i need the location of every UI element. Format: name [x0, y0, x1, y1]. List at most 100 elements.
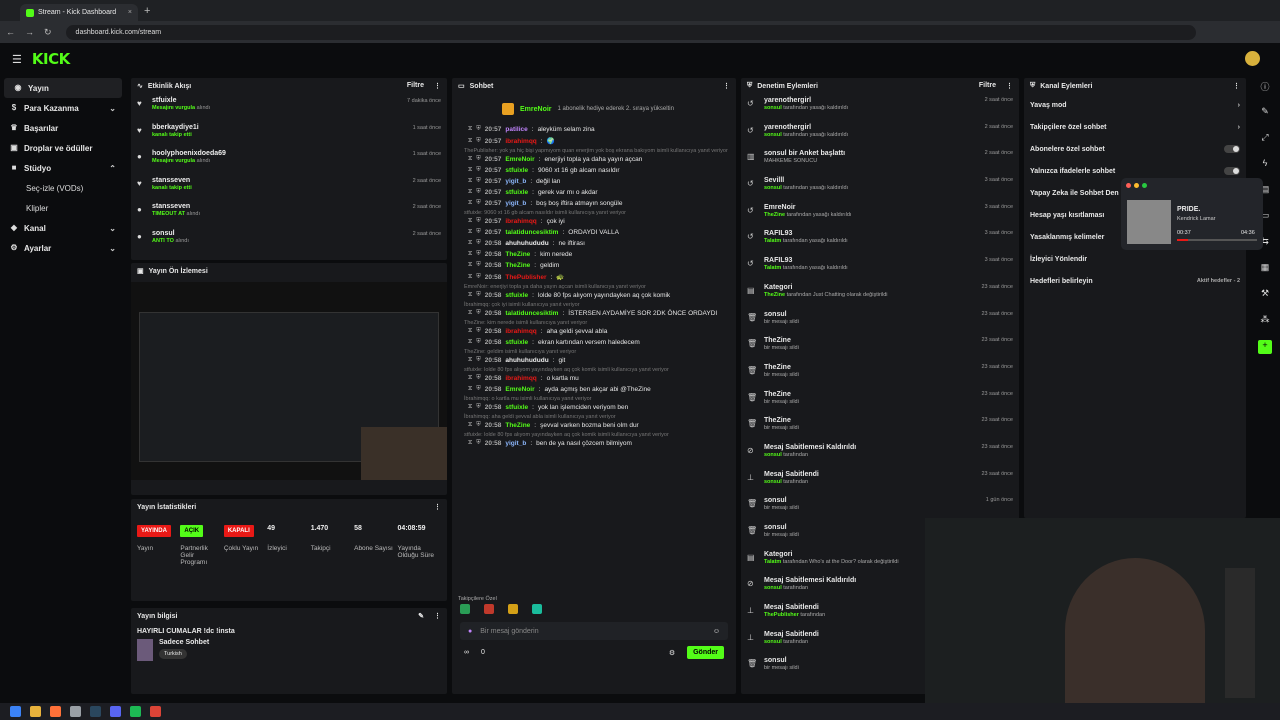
spotify-icon[interactable]	[130, 706, 141, 717]
emote-bar[interactable]	[460, 604, 728, 618]
start-icon[interactable]	[10, 706, 21, 717]
moderation-item[interactable]: 🗑 sonsul bir mesajı sildi 1 gün önce	[741, 494, 1019, 521]
channel-action-item[interactable]: Takipçilere özel sohbet ›	[1024, 116, 1246, 138]
timeout-icon[interactable]: ⧖	[468, 404, 472, 411]
emote-icon[interactable]	[532, 604, 542, 614]
filter-button[interactable]: Filtre	[979, 82, 996, 90]
shield-icon[interactable]: ⛨	[476, 156, 481, 163]
chat-username[interactable]: patilice	[505, 126, 527, 133]
chat-username[interactable]: stfuixle	[505, 189, 528, 196]
moderation-item[interactable]: ⊘ Mesaj Sabitlemesi Kaldırıldı sonsul tara…	[741, 441, 1019, 468]
activity-item[interactable]: ♥ bberkaydiye1i kanalı takip etti 1 saat ö…	[131, 121, 447, 148]
shield-icon[interactable]: ⛨	[476, 240, 481, 247]
chat-username[interactable]: EmreNoir	[505, 386, 534, 393]
activity-item[interactable]: ● stansseven TIMEOUT AT alındı 2 saat önce	[131, 200, 447, 227]
grid-icon[interactable]: ▦	[1258, 262, 1272, 276]
chat-input[interactable]: ● Bir mesaj gönderin ☺	[460, 622, 728, 640]
chat-username[interactable]: ahuhuhududu	[505, 357, 548, 364]
channel-action-item[interactable]: Hedefleri belirleyin Aktif hedefler - 2	[1024, 270, 1246, 292]
more-icon[interactable]: ⋮	[434, 612, 441, 620]
sidebar-item-yayin[interactable]: ◉ Yayın	[4, 78, 122, 98]
activity-item[interactable]: ● sonsul ANTI TO alındı 2 saat önce	[131, 227, 447, 254]
chat-username[interactable]: stfuixle	[505, 292, 528, 299]
bolt-icon[interactable]: ϟ	[1258, 158, 1272, 172]
moderation-item[interactable]: ▥ sonsul bir Anket başlattı MAHKEME SONUC…	[741, 147, 1019, 174]
moderation-item[interactable]: ⊥ Mesaj Sabitlendi sonsul tarafından 23 saa…	[741, 468, 1019, 495]
moderation-item[interactable]: ↺ RAFIL93 Talatm tarafından yasağı kaldırı…	[741, 227, 1019, 254]
channel-action-item[interactable]: İzleyici Yönlendir	[1024, 248, 1246, 270]
shield-icon[interactable]: ⛨	[476, 218, 481, 225]
timeout-icon[interactable]: ⧖	[468, 440, 472, 447]
user-avatar[interactable]	[1245, 51, 1260, 66]
new-tab-icon[interactable]: +	[144, 5, 150, 17]
filter-button[interactable]: Filtre	[407, 82, 424, 90]
chat-username[interactable]: stfuixle	[505, 404, 528, 411]
timeout-icon[interactable]: ⧖	[468, 386, 472, 393]
url-field[interactable]: dashboard.kick.com/stream	[65, 24, 1196, 40]
folder-icon[interactable]	[30, 706, 41, 717]
emoji-icon[interactable]: ☺	[713, 628, 720, 635]
chat-username[interactable]: ibrahimqq	[505, 375, 536, 382]
chat-message[interactable]: ⧖ ⛨ 20:57 patilice: aleyküm selam zina	[452, 124, 736, 135]
chat-message[interactable]: ⧖ ⛨ 20:58 yigit_b: ben de ya nasıl çözcem bi…	[452, 438, 736, 449]
chat-message[interactable]: ⧖ ⛨ 20:58 ahuhuhududu: git	[452, 355, 736, 366]
activity-item[interactable]: ♥ stfuixle Mesajını vurgula alındı 7 dakika…	[131, 94, 447, 121]
chat-message[interactable]: ⧖ ⛨ 20:58 TheZine: kim nerede	[452, 249, 736, 260]
activity-item[interactable]: ♥ stansseven kanalı takip etti 2 saat önce	[131, 174, 447, 201]
timeout-icon[interactable]: ⧖	[468, 274, 472, 281]
chat-username[interactable]: ibrahimqq	[505, 328, 536, 335]
chat-message[interactable]: ⧖ ⛨ 20:57 ibrahimqq: çok iyi	[452, 216, 736, 227]
timeout-icon[interactable]: ⧖	[468, 339, 472, 346]
close-dot-icon[interactable]	[1126, 183, 1131, 188]
menu-icon[interactable]: ☰	[12, 53, 22, 66]
shield-icon[interactable]: ⛨	[476, 178, 481, 185]
shield-icon[interactable]: ⛨	[476, 274, 481, 281]
emote-icon[interactable]	[484, 604, 494, 614]
moderation-item[interactable]: ↺ yarenothergirl sonsul tarafından yasağı …	[741, 121, 1019, 148]
moderation-item[interactable]: ▤ Kategori TheZine tarafından Just Chattin…	[741, 281, 1019, 308]
timeout-icon[interactable]: ⧖	[468, 422, 472, 429]
close-tab-icon[interactable]: ×	[128, 9, 132, 16]
send-button[interactable]: Gönder	[687, 646, 724, 659]
shield-icon[interactable]: ⛨	[476, 328, 481, 335]
chat-message[interactable]: ⧖ ⛨ 20:57 EmreNoir: enerjiyi topla ya daha y…	[452, 154, 736, 165]
chat-username[interactable]: EmreNoir	[505, 156, 534, 163]
sidebar-subitem-klipler[interactable]: Klipler	[0, 198, 126, 218]
chat-message[interactable]: ⧖ ⛨ 20:58 ThePublisher: 🐢	[452, 271, 736, 283]
timeout-icon[interactable]: ⧖	[468, 156, 472, 163]
chat-username[interactable]: ibrahimqq	[505, 218, 536, 225]
sidebar-item-para-kazanma[interactable]: $ Para Kazanma ⌄	[0, 98, 126, 118]
maximize-dot-icon[interactable]	[1142, 183, 1147, 188]
pen-icon[interactable]: ✎	[1258, 106, 1272, 120]
emote-icon[interactable]	[508, 604, 518, 614]
settings-icon[interactable]: ⚙	[669, 649, 675, 657]
chat-message[interactable]: ⧖ ⛨ 20:58 ibrahimqq: o kartla mu	[452, 373, 736, 384]
shield-icon[interactable]: ⛨	[476, 200, 481, 207]
chat-message[interactable]: ⧖ ⛨ 20:58 stfuixle: lolde 80 fps alıyom yayı…	[452, 290, 736, 301]
edit-icon[interactable]: ✎	[418, 612, 424, 620]
chat-username[interactable]: talatiduncesiktim	[505, 310, 558, 317]
shield-icon[interactable]: ⛨	[476, 126, 481, 133]
chat-username[interactable]: stfuixle	[505, 339, 528, 346]
track-progress[interactable]	[1177, 239, 1257, 241]
browser-tab[interactable]: Stream - Kick Dashboard ×	[20, 4, 138, 21]
chrome-icon[interactable]	[150, 706, 161, 717]
chat-message[interactable]: ⧖ ⛨ 20:57 stfuixle: gerek var mı o akdar	[452, 187, 736, 198]
chat-message[interactable]: ⧖ ⛨ 20:58 TheZine: geldim	[452, 260, 736, 271]
moderation-item[interactable]: 🗑 TheZine bir mesajı sildi 23 saat önce	[741, 414, 1019, 441]
sidebar-item-droplar[interactable]: ▣ Droplar ve ödüller	[0, 138, 126, 158]
kick-logo[interactable]: KICK	[32, 50, 70, 68]
moderation-item[interactable]: 🗑 TheZine bir mesajı sildi 23 saat önce	[741, 361, 1019, 388]
sidebar-item-kanal[interactable]: ◆ Kanal ⌄	[0, 218, 126, 238]
music-widget[interactable]: PRIDE. Kendrick Lamar 00:37 04:36	[1121, 178, 1263, 250]
users-icon[interactable]: ∞	[464, 649, 469, 656]
channel-action-item[interactable]: Yavaş mod ›	[1024, 94, 1246, 116]
chat-username[interactable]: ibrahimqq	[505, 138, 536, 145]
chat-message[interactable]: ⧖ ⛨ 20:58 stfuixle: ekran kartından versem h…	[452, 337, 736, 348]
timeout-icon[interactable]: ⧖	[468, 189, 472, 196]
shield-icon[interactable]: ⛨	[476, 404, 481, 411]
back-icon[interactable]: ←	[6, 27, 15, 37]
discord-icon[interactable]	[110, 706, 121, 717]
activity-item[interactable]: ● hoolyphoenixdoeda69 Mesajını vurgula alı…	[131, 147, 447, 174]
sidebar-item-studyo[interactable]: ■ Stüdyo ⌃	[0, 158, 126, 178]
